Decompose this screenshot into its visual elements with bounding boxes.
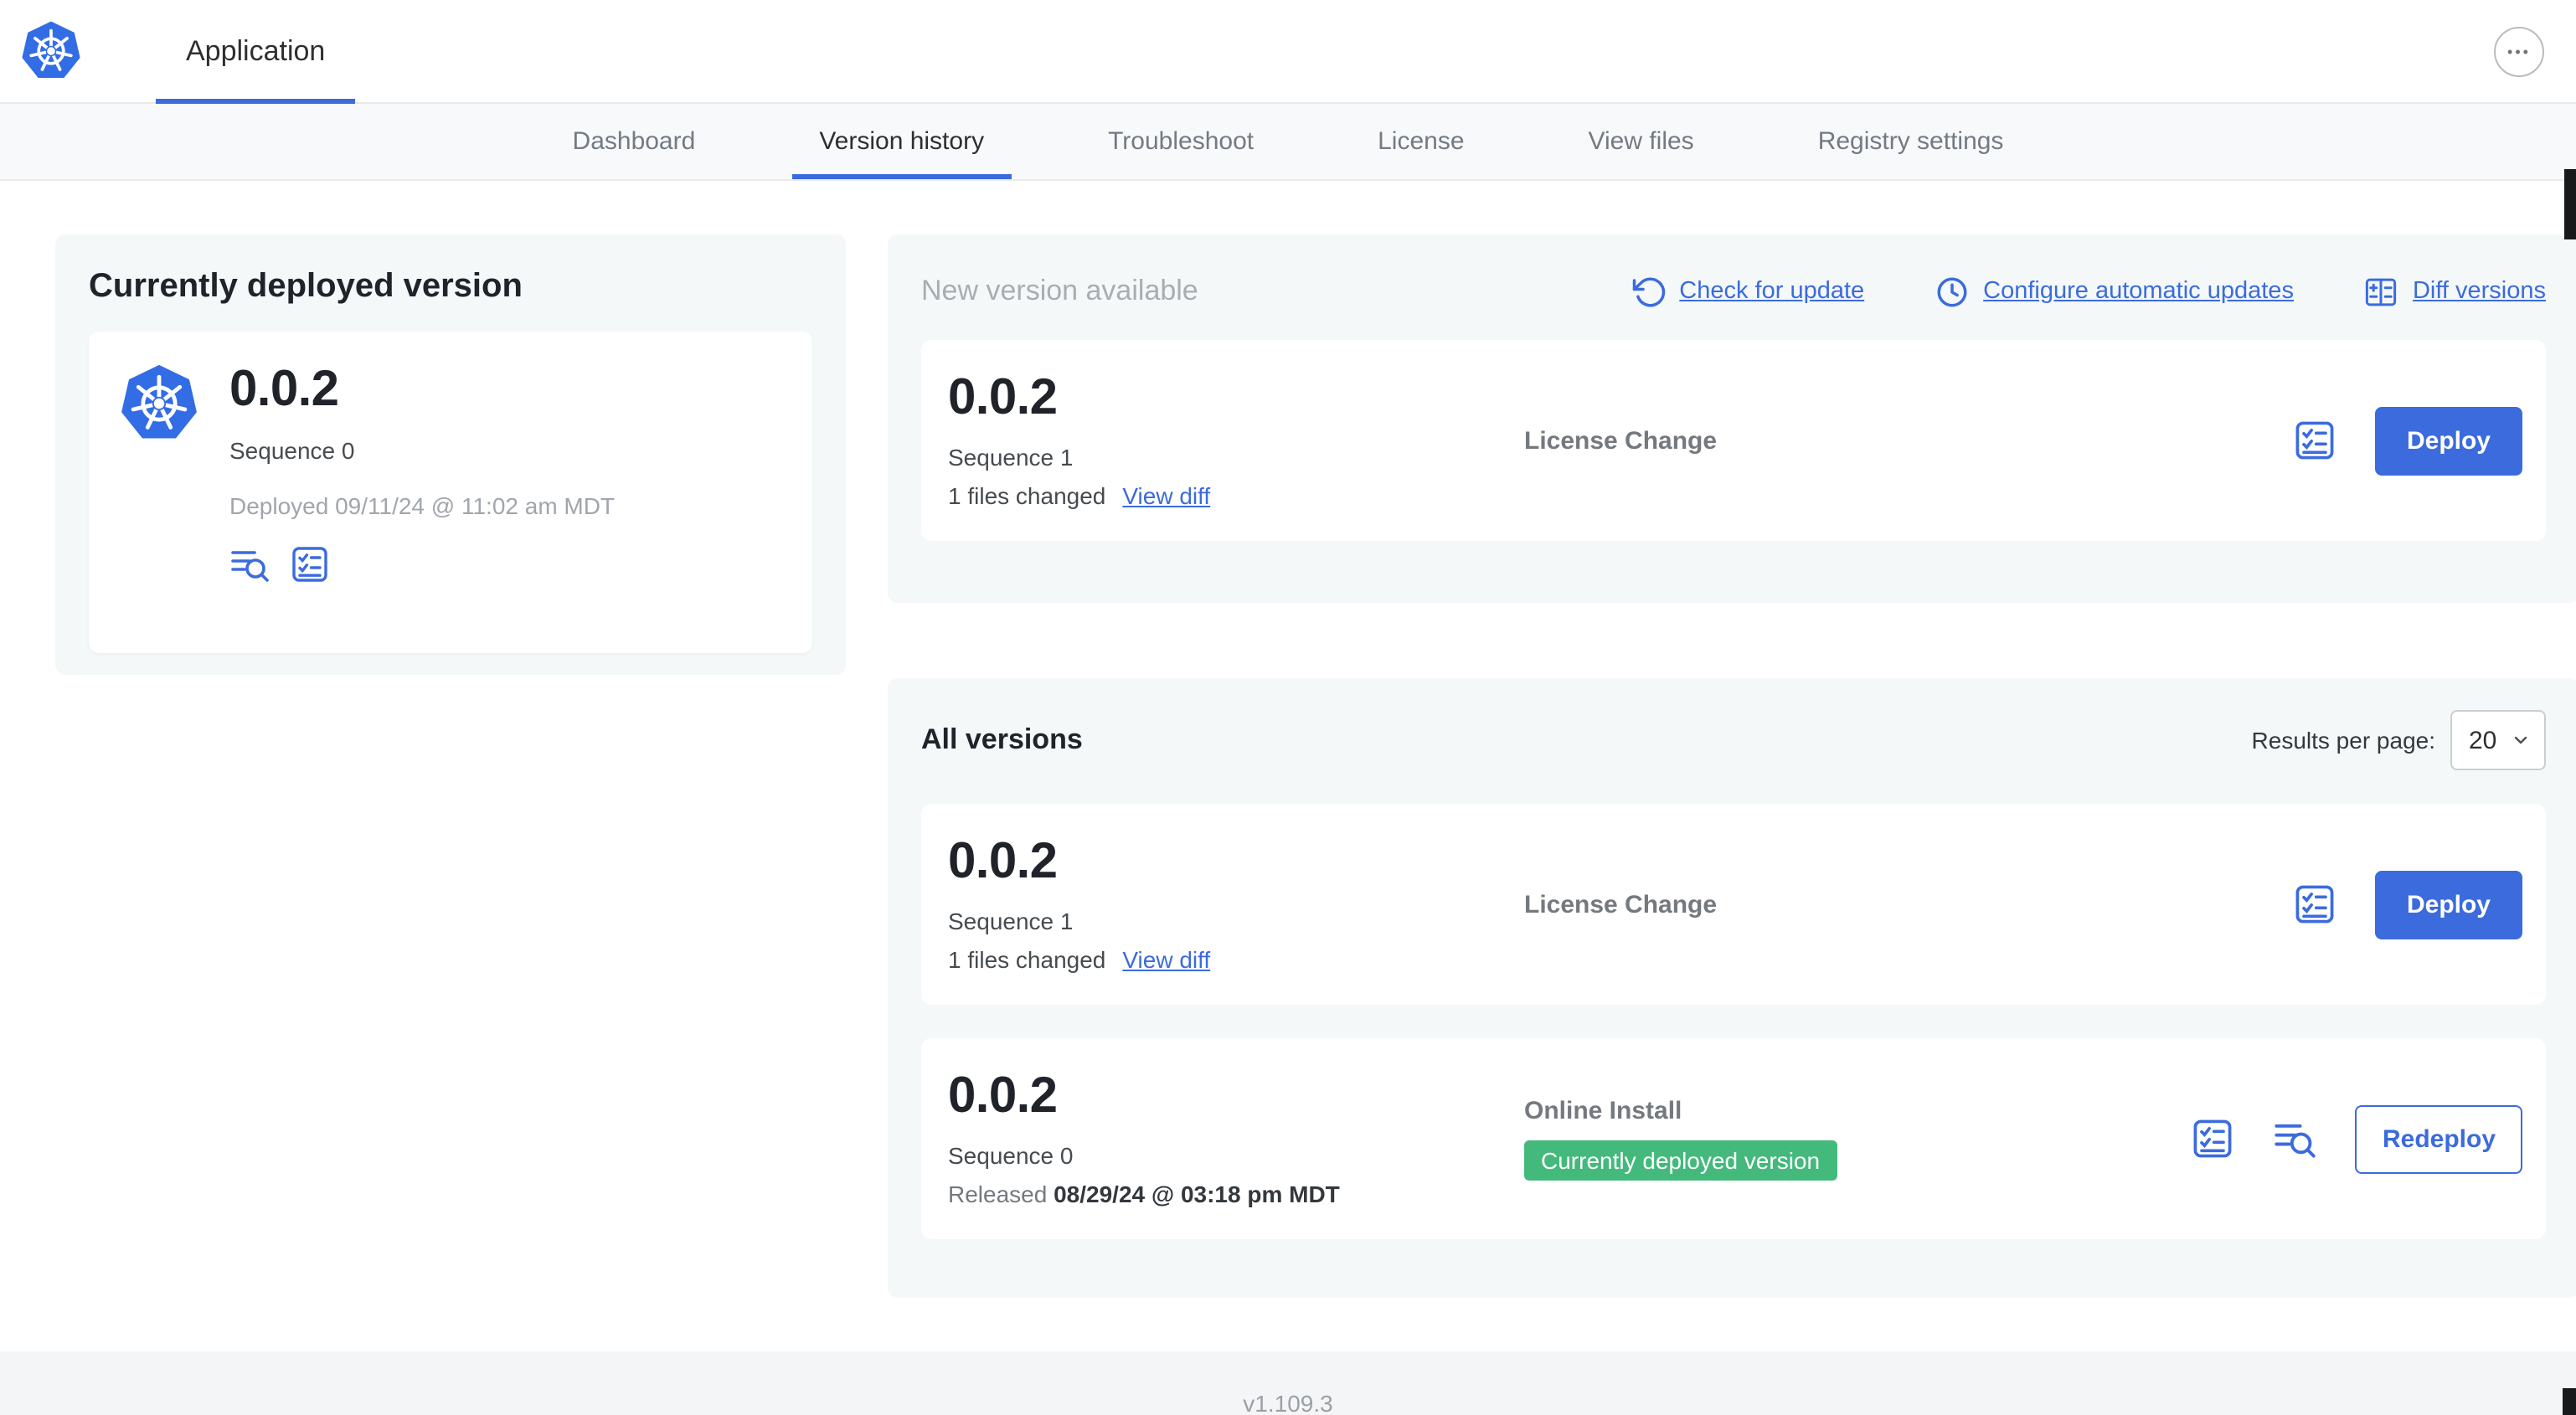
tab-label: View files bbox=[1588, 127, 1694, 156]
ellipsis-icon: ••• bbox=[2507, 44, 2531, 60]
deployed-version-box: 0.0.2 Sequence 0 Deployed 09/11/24 @ 11:… bbox=[89, 332, 812, 653]
redeploy-button[interactable]: Redeploy bbox=[2355, 1104, 2522, 1173]
kubernetes-logo-icon bbox=[20, 20, 82, 82]
release-notes-checklist-icon[interactable] bbox=[2293, 419, 2336, 462]
scrollbar-corner bbox=[2563, 1388, 2576, 1415]
more-options-button[interactable]: ••• bbox=[2494, 27, 2544, 77]
version-row: 0.0.2 Sequence 0 Released 08/29/24 @ 03:… bbox=[921, 1038, 2546, 1239]
files-changed-label: 1 files changed bbox=[948, 946, 1106, 974]
deploy-button[interactable]: Deploy bbox=[2374, 870, 2522, 939]
sequence-label: Sequence 0 bbox=[229, 436, 355, 463]
configure-automatic-updates-link[interactable]: Configure automatic updates bbox=[1935, 274, 2294, 309]
deployed-timestamp: Deployed 09/11/24 @ 11:02 am MDT bbox=[229, 491, 616, 518]
currently-deployed-title: Currently deployed version bbox=[89, 268, 523, 305]
new-version-card: New version available Check for update C… bbox=[888, 234, 2576, 603]
version-row: 0.0.2 Sequence 1 1 files changed View dif… bbox=[921, 804, 2546, 1005]
row-actions: Deploy bbox=[2293, 870, 2522, 939]
version-actions: Check for update Configure automatic upd… bbox=[1631, 274, 2546, 309]
row-actions: Redeploy bbox=[2192, 1104, 2522, 1173]
scrollbar-thumb[interactable] bbox=[2564, 169, 2576, 239]
version-number: 0.0.2 bbox=[229, 362, 339, 417]
view-diff-link[interactable]: View diff bbox=[1122, 483, 1210, 510]
deployed-version-actions bbox=[229, 543, 615, 584]
version-number: 0.0.2 bbox=[948, 833, 1058, 889]
version-info: 0.0.2 Sequence 1 1 files changed View dif… bbox=[948, 369, 1524, 510]
tab-registry-settings[interactable]: Registry settings bbox=[1791, 104, 2031, 179]
results-per-page-label: Results per page: bbox=[2251, 727, 2435, 754]
currently-deployed-card: Currently deployed version 0.0.2 Sequenc… bbox=[55, 234, 846, 675]
sequence-label: Sequence 1 bbox=[948, 908, 1074, 935]
console-version: v1.109.3 bbox=[1243, 1390, 1333, 1415]
footer: v1.109.3 bbox=[0, 1351, 2576, 1415]
results-per-page-select[interactable]: 20 bbox=[2450, 710, 2546, 770]
version-source: License Change bbox=[1524, 426, 2293, 455]
tab-view-files[interactable]: View files bbox=[1562, 104, 1721, 179]
active-tab-underline bbox=[156, 99, 356, 104]
main-content: Currently deployed version 0.0.2 Sequenc… bbox=[0, 181, 2576, 1351]
kubernetes-logo-icon bbox=[119, 363, 199, 444]
files-changed-line: 1 files changed View diff bbox=[948, 483, 1524, 510]
results-per-page: Results per page: 20 bbox=[2252, 710, 2546, 770]
tab-application[interactable]: Application bbox=[156, 0, 356, 104]
tab-troubleshoot[interactable]: Troubleshoot bbox=[1081, 104, 1280, 179]
files-changed-line: 1 files changed View diff bbox=[948, 947, 1524, 974]
diff-versions-link[interactable]: Diff versions bbox=[2364, 274, 2546, 309]
check-for-update-label: Check for update bbox=[1679, 278, 1865, 305]
version-number: 0.0.2 bbox=[948, 1068, 1058, 1124]
tab-label: Troubleshoot bbox=[1108, 127, 1255, 156]
check-for-update-link[interactable]: Check for update bbox=[1631, 274, 1864, 309]
stage: Application ••• Dashboard Version histor… bbox=[0, 0, 2576, 1415]
clock-icon bbox=[1937, 276, 1967, 306]
tab-label: Version history bbox=[819, 127, 985, 156]
release-notes-checklist-icon[interactable] bbox=[2192, 1117, 2235, 1160]
released-date: 08/29/24 @ 03:18 pm MDT bbox=[1054, 1181, 1340, 1208]
tab-label: License bbox=[1378, 127, 1465, 156]
deployed-version-info: 0.0.2 Sequence 0 Deployed 09/11/24 @ 11:… bbox=[229, 363, 615, 621]
new-version-title: New version available bbox=[921, 275, 1198, 306]
refresh-icon bbox=[1632, 276, 1665, 306]
admin-console: Application ••• Dashboard Version histor… bbox=[0, 0, 2576, 1415]
chevron-down-icon bbox=[2514, 736, 2527, 744]
sequence-label: Sequence 0 bbox=[948, 1142, 1074, 1170]
source-label: Online Install bbox=[1524, 1097, 1682, 1125]
selected-value: 20 bbox=[2469, 726, 2497, 754]
deploy-button[interactable]: Deploy bbox=[2374, 406, 2522, 475]
new-version-row: 0.0.2 Sequence 1 1 files changed View dif… bbox=[921, 340, 2546, 541]
source-label: License Change bbox=[1524, 426, 1718, 455]
section-nav: Dashboard Version history Troubleshoot L… bbox=[0, 104, 2576, 181]
version-number: 0.0.2 bbox=[948, 369, 1058, 425]
version-source: Online Install Currently deployed versio… bbox=[1524, 1097, 2192, 1181]
release-notes-checklist-icon[interactable] bbox=[2293, 882, 2336, 926]
tab-dashboard[interactable]: Dashboard bbox=[546, 104, 723, 179]
all-versions-title: All versions bbox=[921, 723, 1083, 755]
tab-label: Registry settings bbox=[1817, 127, 2004, 156]
all-versions-header: All versions Results per page: 20 bbox=[921, 710, 2546, 770]
tab-label: Dashboard bbox=[572, 127, 696, 156]
files-changed-label: 1 files changed bbox=[948, 482, 1106, 510]
version-source: License Change bbox=[1524, 890, 2293, 918]
diff-versions-label: Diff versions bbox=[2412, 278, 2546, 305]
released-line: Released 08/29/24 @ 03:18 pm MDT bbox=[948, 1181, 1524, 1208]
row-actions: Deploy bbox=[2293, 406, 2522, 475]
version-info: 0.0.2 Sequence 1 1 files changed View dif… bbox=[948, 833, 1524, 974]
logs-icon[interactable] bbox=[2274, 1117, 2317, 1160]
sequence-label: Sequence 1 bbox=[948, 444, 1074, 471]
tab-version-history[interactable]: Version history bbox=[792, 104, 1012, 179]
tab-license[interactable]: License bbox=[1351, 104, 1491, 179]
release-notes-checklist-icon[interactable] bbox=[290, 543, 330, 584]
configure-updates-label: Configure automatic updates bbox=[1983, 278, 2294, 305]
currently-deployed-badge: Currently deployed version bbox=[1524, 1140, 1837, 1181]
diff-icon bbox=[2366, 277, 2398, 306]
released-label: Released bbox=[948, 1181, 1048, 1208]
source-label: License Change bbox=[1524, 890, 1718, 918]
all-versions-card: All versions Results per page: 20 0.0.2 … bbox=[888, 678, 2576, 1298]
top-bar: Application ••• bbox=[0, 0, 2576, 104]
view-diff-link[interactable]: View diff bbox=[1122, 947, 1210, 974]
logs-icon[interactable] bbox=[229, 543, 270, 584]
app-tab-label: Application bbox=[186, 34, 326, 66]
new-version-header: New version available Check for update C… bbox=[921, 266, 2546, 316]
version-info: 0.0.2 Sequence 0 Released 08/29/24 @ 03:… bbox=[948, 1068, 1524, 1208]
